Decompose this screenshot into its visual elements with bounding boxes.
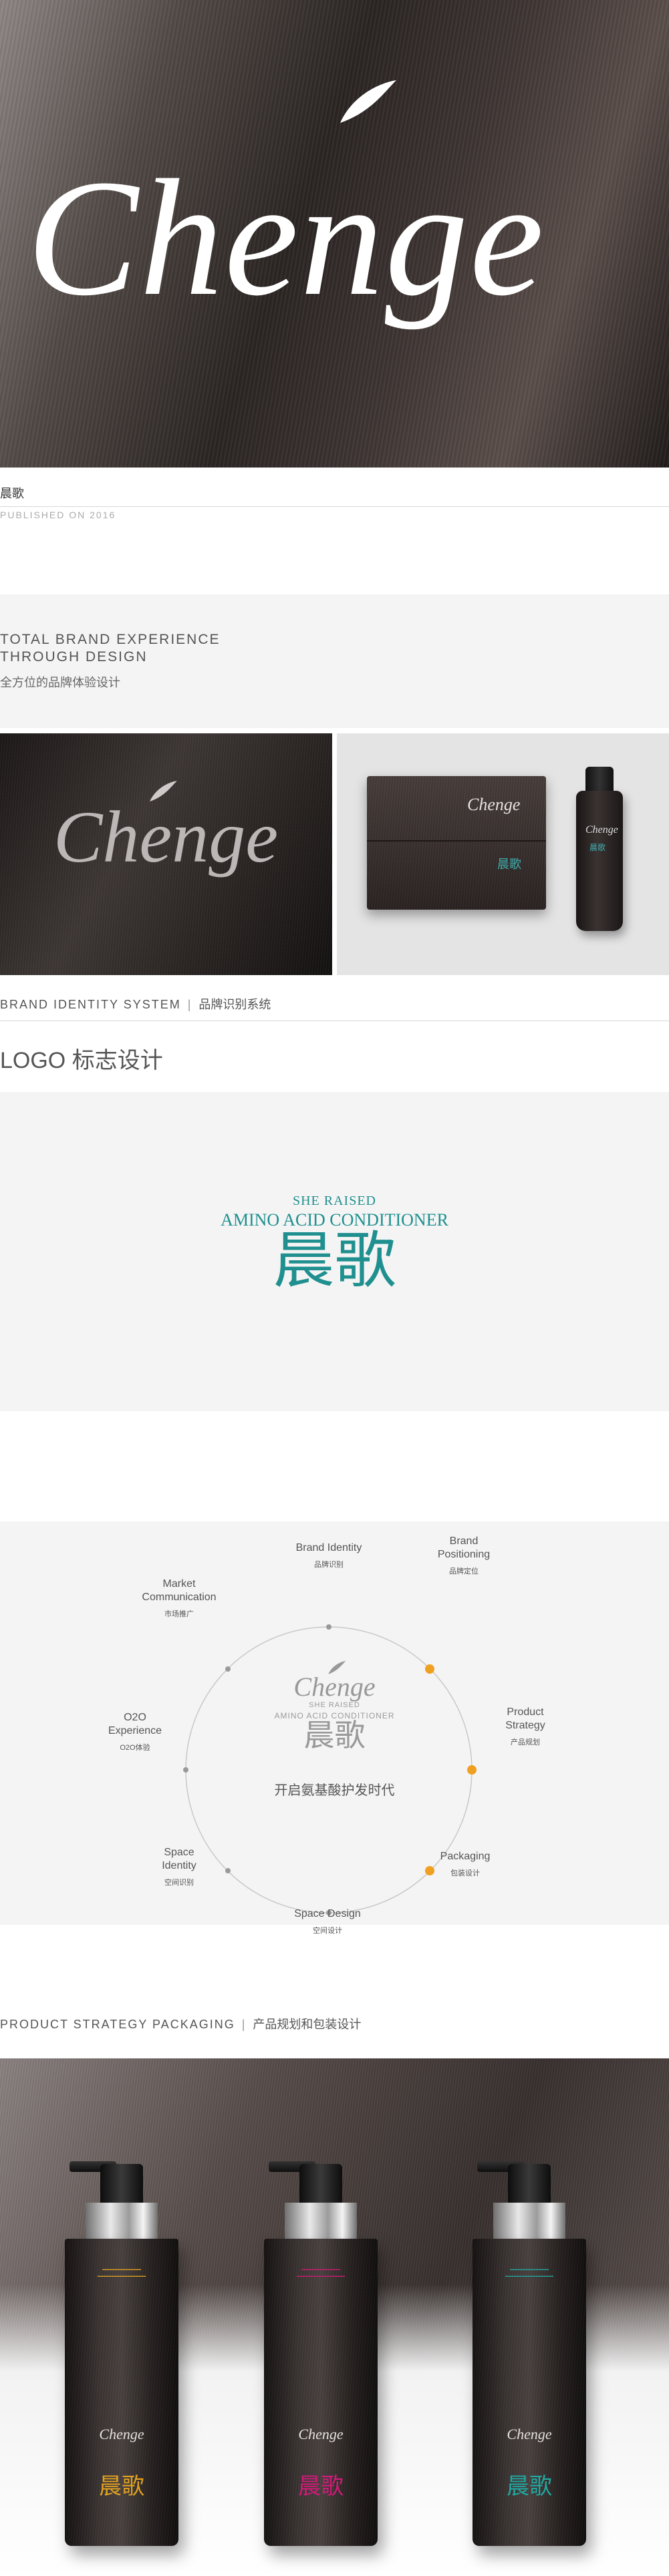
- node-dot: [326, 1624, 331, 1630]
- node-label-cn: 包装设计: [450, 1869, 480, 1877]
- section-heading-cn: 品牌识别系统: [198, 998, 271, 1011]
- bottle-collar: [493, 2203, 565, 2240]
- diagram-center-tagline-1: SHE RAISED: [309, 1701, 360, 1709]
- small-bottle: [576, 791, 623, 931]
- logo-cn-wordmark: 晨歌: [273, 1227, 396, 1295]
- bottle-logo: Chenge: [298, 2426, 344, 2442]
- product-bottle-3: [473, 2239, 586, 2546]
- experience-subtitle: 全方位的品牌体验设计: [0, 676, 120, 689]
- diagram-node-space-design: Space Design 空间设计: [267, 1907, 388, 1936]
- bottle-cn-logo: 晨歌: [507, 2474, 552, 2499]
- section-heading-en: PRODUCT STRATEGY PACKAGING: [0, 2018, 235, 2031]
- node-label-en: Space Identity: [162, 1847, 196, 1871]
- bottle-label-lines: ━━━━━━━━━━━━ ━━━━━━━━━━━━━━━: [505, 2267, 554, 2279]
- diagram-node-brand-positioning: Brand Positioning 品牌定位: [404, 1535, 524, 1576]
- bottle-cap: [585, 767, 614, 793]
- diagram-node-packaging: Packaging 包装设计: [405, 1850, 525, 1878]
- node-dot: [183, 1767, 188, 1773]
- diagram-node-space-identity: Space Identity 空间识别: [119, 1846, 239, 1887]
- box-cn-logo: 晨歌: [497, 858, 521, 871]
- product-bottle-2: [264, 2239, 378, 2546]
- node-dot-accent: [467, 1765, 477, 1775]
- leaf-icon: [340, 80, 396, 123]
- diagram-node-market-communication: Market Communication 市场推广: [119, 1578, 239, 1619]
- hero-logo: Chenge: [27, 146, 545, 331]
- node-label-cn: 品牌识别: [314, 1561, 344, 1569]
- node-label-cn: 空间设计: [313, 1927, 342, 1935]
- bottle-label-lines: ━━━━━━━━━━━━ ━━━━━━━━━━━━━━━: [97, 2267, 146, 2279]
- product-bottle-1: [65, 2239, 178, 2546]
- node-label-en: Brand Positioning: [437, 1535, 491, 1560]
- node-label-en: Brand Identity: [295, 1542, 362, 1553]
- bottle-cn-logo: 晨歌: [298, 2474, 344, 2499]
- diagram-center-cn: 晨歌: [303, 1718, 366, 1753]
- divider: [0, 506, 669, 507]
- bottle-cn-logo: 晨歌: [589, 843, 606, 852]
- separator: |: [187, 998, 192, 1011]
- bottle-logo: Chenge: [585, 824, 618, 836]
- brand-photo-right: Chenge 晨歌 Chenge 晨歌: [337, 733, 669, 975]
- box-logo: Chenge: [467, 795, 521, 814]
- bottle-collar: [86, 2203, 158, 2240]
- separator: |: [241, 2018, 247, 2031]
- project-title: 晨歌: [0, 487, 24, 500]
- photo-logo: Chenge: [53, 796, 279, 878]
- pump-head: [299, 2164, 342, 2204]
- diagram-center-logo: Chenge: [293, 1672, 376, 1702]
- pump-head: [100, 2164, 143, 2204]
- bottle-label-lines: ━━━━━━━━━━━━ ━━━━━━━━━━━━━━━: [296, 2267, 346, 2279]
- brand-photo-left: Chenge: [0, 733, 332, 975]
- logo-tagline-1: SHE RAISED: [292, 1193, 376, 1208]
- published-date: PUBLISHED ON 2016: [0, 510, 116, 520]
- bottle-logo: Chenge: [507, 2426, 552, 2442]
- node-label-cn: 空间识别: [164, 1879, 194, 1887]
- section-heading-brand-identity: BRAND IDENTITY SYSTEM | 品牌识别系统: [0, 995, 271, 1013]
- node-label-en: Packaging: [440, 1851, 491, 1862]
- pump-head: [508, 2164, 551, 2204]
- node-label-en: Market Communication: [142, 1578, 217, 1603]
- node-label-cn: 品牌定位: [449, 1568, 479, 1576]
- bottle-cn-logo: 晨歌: [99, 2474, 144, 2499]
- diagram-node-brand-identity: Brand Identity 品牌识别: [269, 1541, 389, 1570]
- bottle-logo: Chenge: [99, 2426, 144, 2442]
- experience-title: TOTAL BRAND EXPERIENCE THROUGH DESIGN: [0, 632, 221, 665]
- bottle-collar: [285, 2203, 357, 2240]
- node-label-cn: 市场推广: [164, 1610, 194, 1618]
- diagram-slogan: 开启氨基酸护发时代: [274, 1783, 395, 1798]
- hero-banner: Chenge: [0, 0, 669, 468]
- node-label-en: Space Design: [294, 1908, 361, 1919]
- gift-box: Chenge 晨歌: [367, 776, 546, 910]
- section-heading-packaging: PRODUCT STRATEGY PACKAGING | 产品规划和包装设计: [0, 2015, 361, 2032]
- section-heading-en: BRAND IDENTITY SYSTEM: [0, 998, 181, 1011]
- logo-section-title: LOGO 标志设计: [0, 1048, 163, 1073]
- section-heading-cn: 产品规划和包装设计: [253, 2018, 362, 2031]
